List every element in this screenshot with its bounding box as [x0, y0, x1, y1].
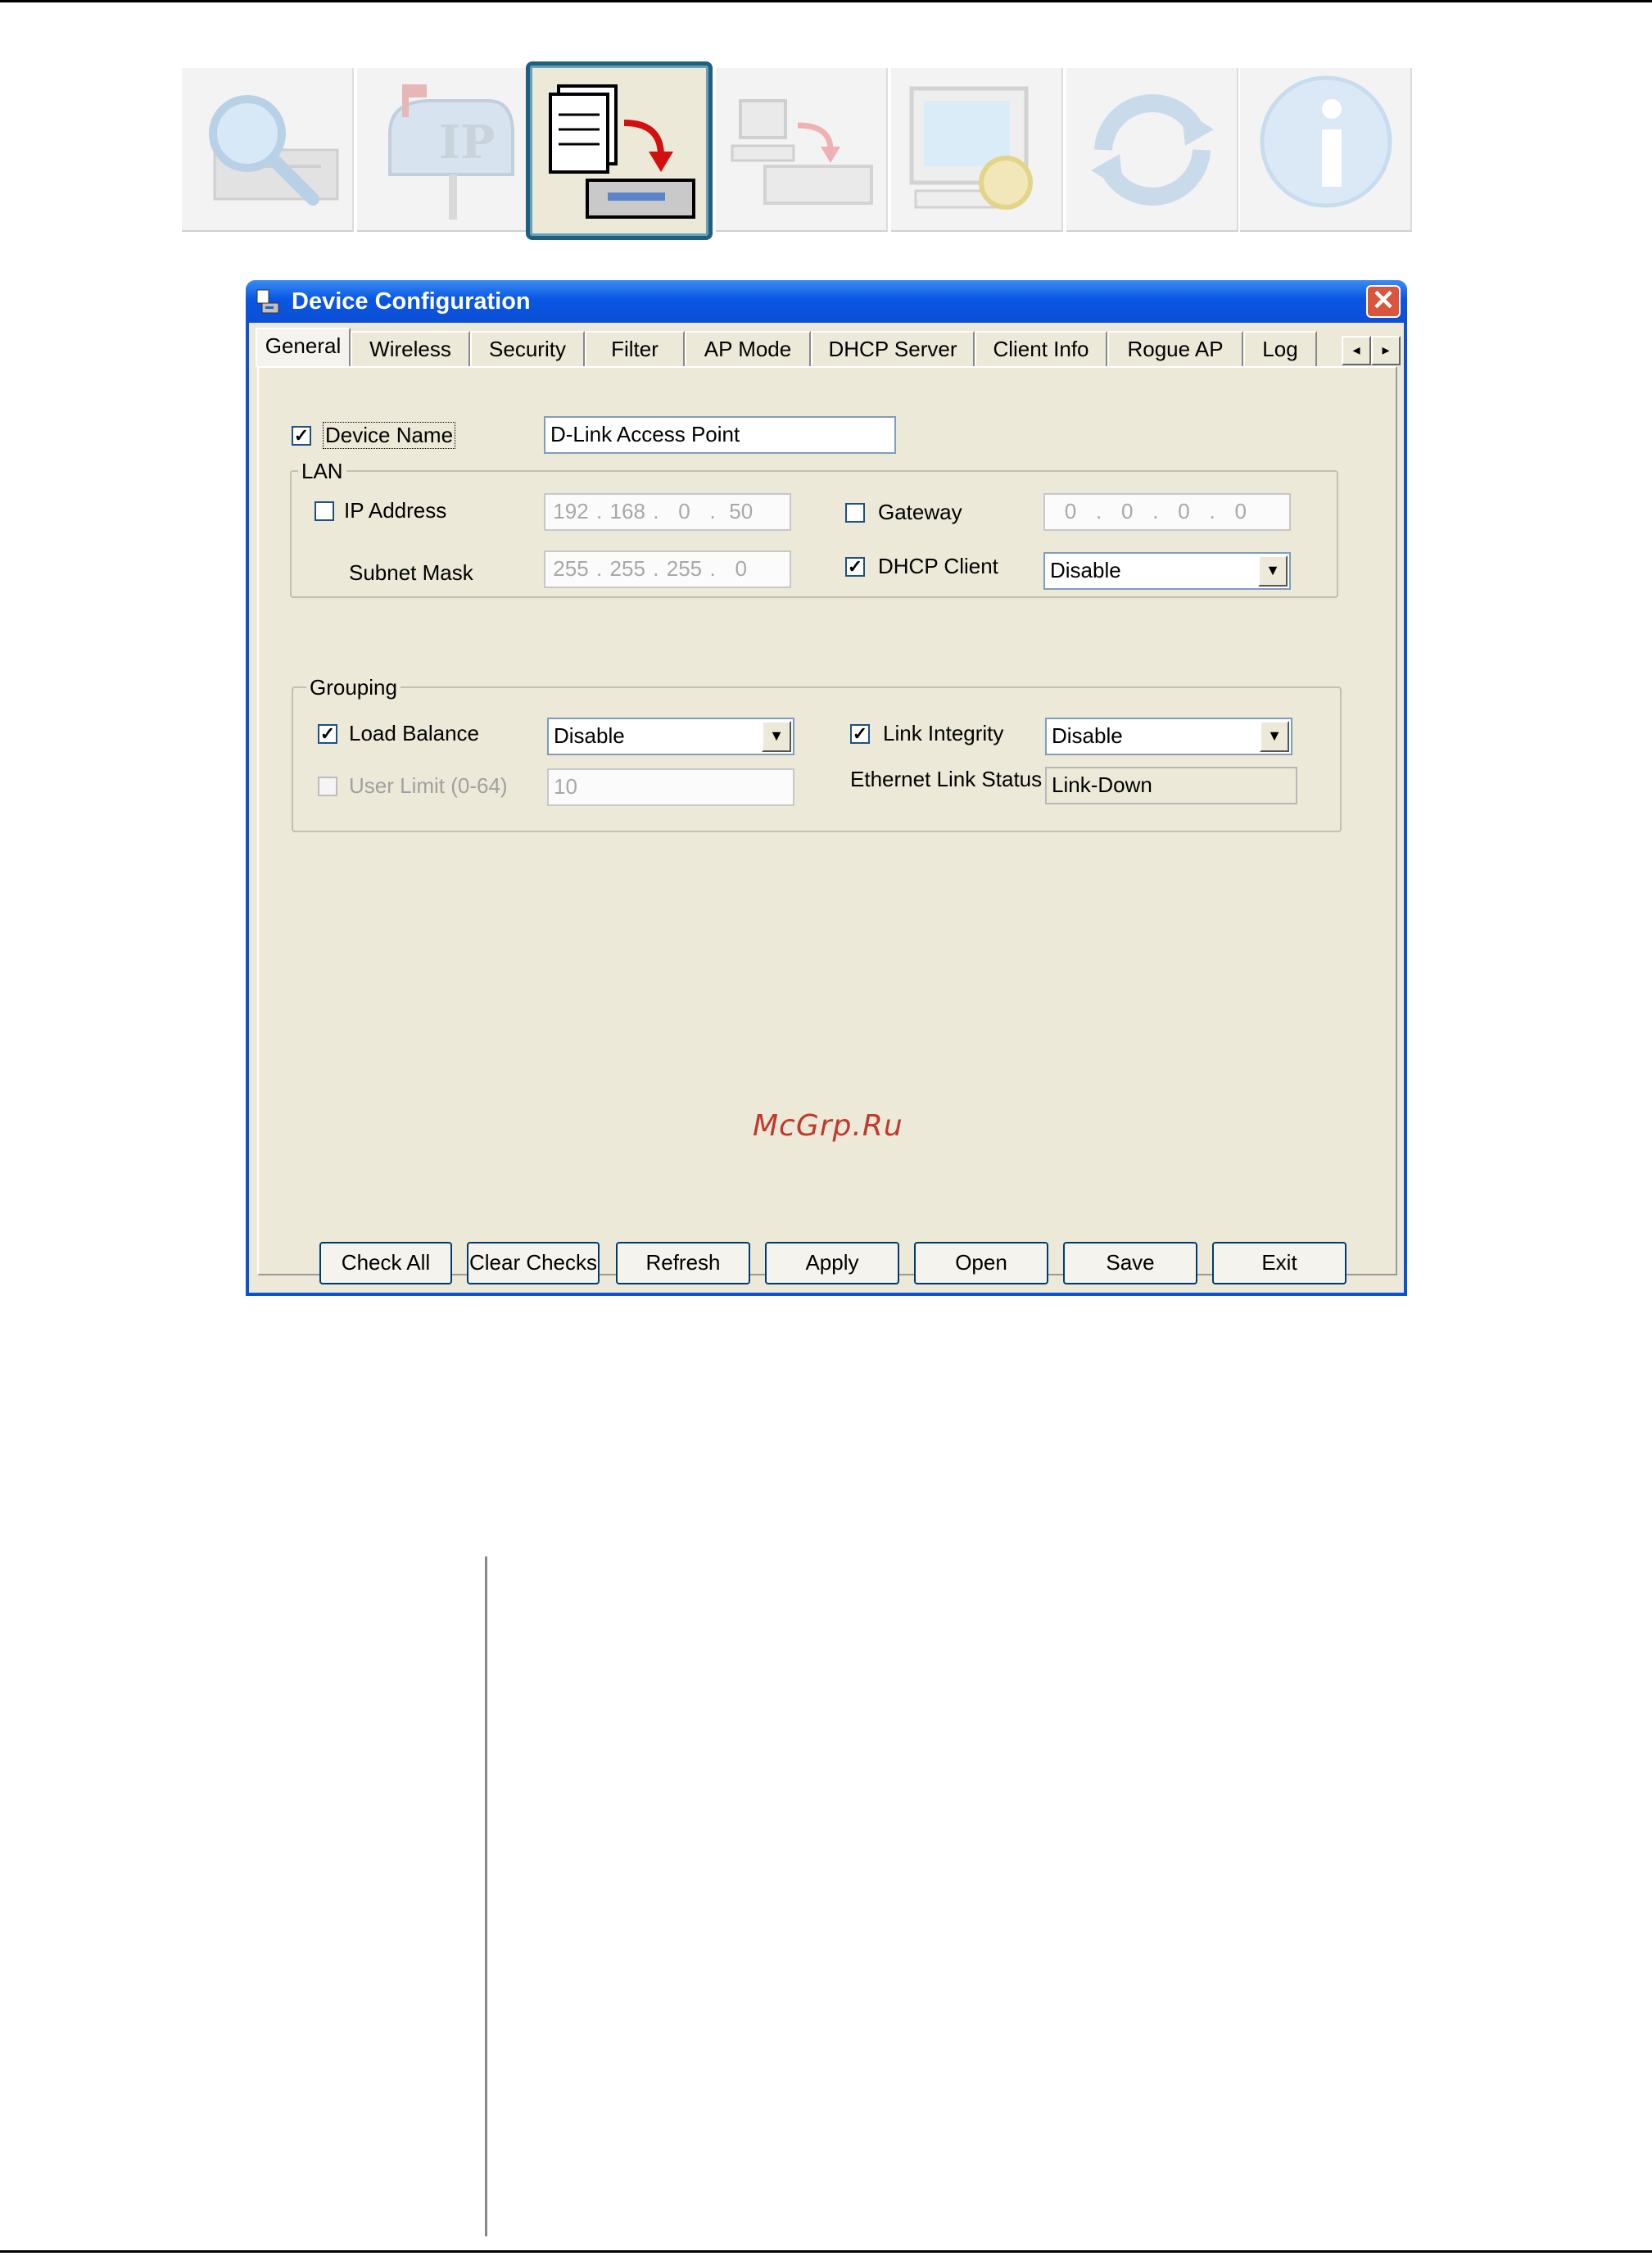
tab-ap-mode[interactable]: AP Mode: [685, 331, 811, 367]
toolbar-pc-device-button[interactable]: [716, 68, 888, 232]
tab-dhcp-server[interactable]: DHCP Server: [811, 331, 975, 367]
window-title: Device Configuration: [292, 288, 531, 315]
tab-strip: General Wireless Security Filter AP Mode…: [256, 328, 1402, 367]
ip-address-checkbox[interactable]: [315, 501, 334, 521]
utility-toolbar: IP: [182, 61, 1412, 240]
toolbar-configuration-button[interactable]: [526, 61, 713, 240]
exit-button[interactable]: Exit: [1212, 1242, 1346, 1284]
device-name-checkbox[interactable]: ✓: [292, 426, 311, 446]
ethernet-link-status-field: Link-Down: [1045, 767, 1297, 804]
check-all-button[interactable]: Check All: [319, 1242, 452, 1284]
subnet-mask-input[interactable]: 255. 255. 255. 0: [544, 550, 791, 588]
link-integrity-select[interactable]: Disable ▼: [1045, 718, 1292, 755]
side-rule: [485, 1556, 487, 2236]
bottom-rule: [0, 2250, 1652, 2253]
link-integrity-label: Link Integrity: [883, 721, 1004, 745]
watermark: McGrp.Ru: [753, 1109, 903, 1143]
device-name-input[interactable]: D-Link Access Point: [544, 416, 896, 454]
load-balance-value: Disable: [554, 723, 625, 748]
gateway-input[interactable]: 0.0.0.0: [1043, 493, 1291, 531]
toolbar-discover-button[interactable]: [182, 68, 354, 232]
tab-security[interactable]: Security: [470, 331, 585, 367]
chevron-down-icon[interactable]: ▼: [762, 721, 791, 752]
tab-wireless[interactable]: Wireless: [351, 331, 470, 367]
user-limit-checkbox[interactable]: [318, 777, 337, 796]
tab-general[interactable]: General: [256, 328, 351, 367]
user-limit-label: User Limit (0-64): [349, 773, 508, 798]
tab-filter[interactable]: Filter: [585, 331, 685, 367]
lan-group-title: LAN: [298, 459, 346, 484]
device-name-label: Device Name: [323, 422, 456, 449]
refresh-button[interactable]: Refresh: [616, 1242, 750, 1284]
device-configuration-window: Device Configuration ✕ General Wireless …: [246, 280, 1407, 1296]
chevron-down-icon[interactable]: ▼: [1258, 555, 1288, 587]
dhcp-client-select[interactable]: Disable ▼: [1043, 552, 1291, 590]
save-button[interactable]: Save: [1063, 1242, 1197, 1284]
ethernet-link-status-label: Ethernet Link Status: [850, 767, 1043, 791]
dhcp-client-checkbox[interactable]: ✓: [845, 557, 865, 577]
load-balance-checkbox[interactable]: ✓: [318, 724, 337, 744]
subnet-mask-label: Subnet Mask: [349, 560, 473, 585]
open-button[interactable]: Open: [914, 1242, 1048, 1284]
device-configuration-icon: [549, 84, 695, 219]
svg-text:IP: IP: [439, 116, 495, 170]
clear-checks-button[interactable]: Clear Checks: [467, 1242, 600, 1284]
dhcp-client-label: DHCP Client: [878, 554, 998, 578]
app-icon: [256, 289, 279, 314]
toolbar-info-button[interactable]: [1240, 68, 1412, 232]
arrow-left-icon: ◂: [1352, 342, 1360, 358]
tab-scroll-left-button[interactable]: ◂: [1342, 336, 1371, 365]
grouping-group-title: Grouping: [306, 675, 401, 700]
toolbar-refresh-button[interactable]: [1066, 68, 1238, 232]
ip-address-label: IP Address: [344, 498, 447, 523]
search-device-icon: [209, 95, 339, 206]
ip-mailbox-icon: IP: [388, 84, 514, 220]
load-balance-select[interactable]: Disable ▼: [547, 718, 794, 755]
apply-button[interactable]: Apply: [765, 1242, 899, 1284]
load-balance-label: Load Balance: [349, 721, 480, 745]
user-limit-input[interactable]: 10: [547, 768, 794, 806]
toolbar-monitor-button[interactable]: [891, 68, 1063, 232]
pc-to-device-icon: [731, 99, 873, 205]
grouping-group: [292, 686, 1342, 832]
tab-log[interactable]: Log: [1243, 331, 1317, 367]
title-bar: Device Configuration ✕: [246, 280, 1407, 323]
link-integrity-value: Disable: [1052, 723, 1123, 748]
monitor-gear-icon: [909, 86, 1033, 210]
ip-address-input[interactable]: 192. 168. 0. 50: [544, 493, 791, 531]
chevron-down-icon[interactable]: ▼: [1260, 721, 1289, 752]
top-rule: [0, 0, 1652, 2]
tab-client-info[interactable]: Client Info: [975, 331, 1107, 367]
info-icon: [1260, 75, 1392, 208]
link-integrity-checkbox[interactable]: ✓: [850, 724, 870, 744]
refresh-arrows-icon: [1091, 94, 1214, 206]
tab-scroll-right-button[interactable]: ▸: [1371, 336, 1401, 365]
close-button[interactable]: ✕: [1366, 285, 1401, 318]
dhcp-client-value: Disable: [1050, 558, 1121, 582]
tab-rogue-ap[interactable]: Rogue AP: [1107, 331, 1243, 367]
gateway-checkbox[interactable]: [845, 503, 865, 523]
close-icon: ✕: [1371, 285, 1396, 316]
toolbar-ip-button[interactable]: IP: [357, 68, 529, 232]
arrow-right-icon: ▸: [1382, 342, 1390, 358]
gateway-label: Gateway: [878, 500, 962, 524]
